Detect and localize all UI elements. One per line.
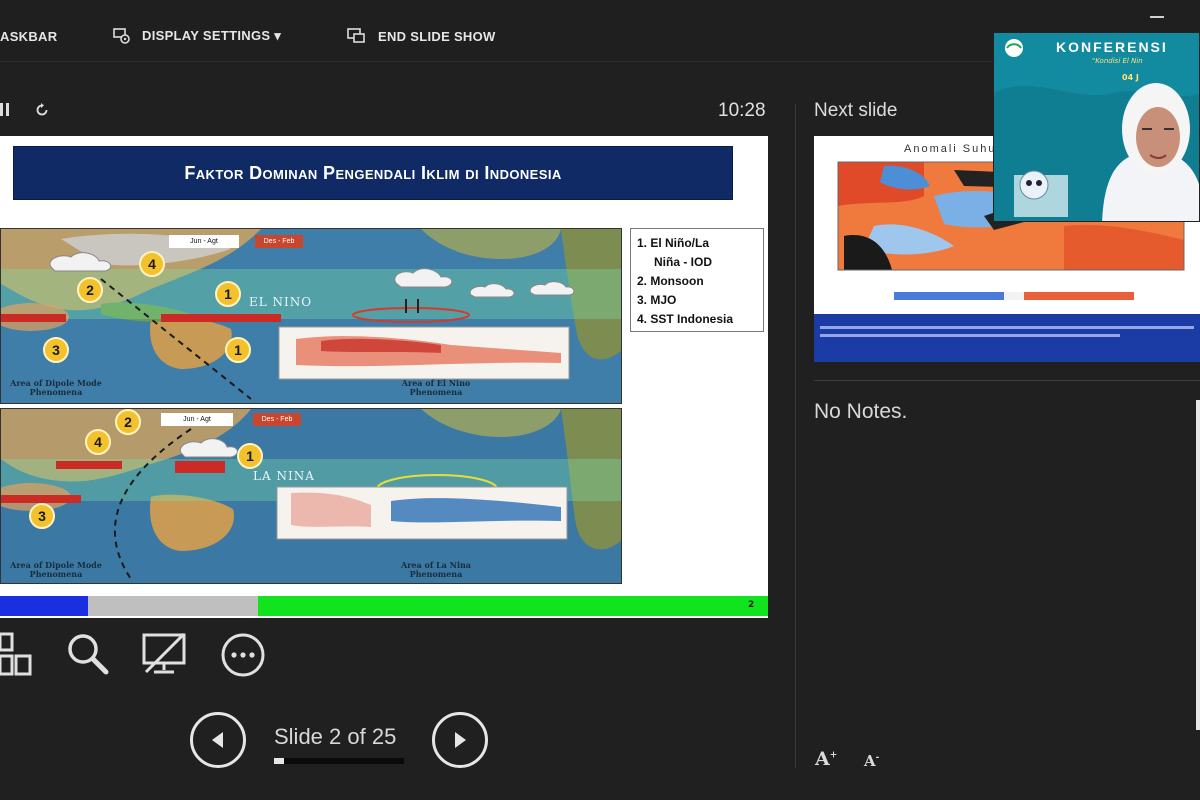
factor-marker-4-lanina: 4 (85, 429, 111, 455)
more-icon (221, 633, 265, 677)
conference-subtitle: "Kondisi El Nin (1092, 57, 1143, 65)
more-options-button[interactable] (220, 632, 266, 682)
season-tag-jja-2: Jun - Agt (161, 413, 233, 426)
screen-off-icon (142, 632, 186, 674)
display-settings-icon (113, 28, 130, 44)
dipole-caption-2: Area of Dipole Mode Phenomena (10, 560, 102, 579)
display-settings-label: DISPLAY SETTINGS ▾ (142, 28, 282, 43)
previous-slide-button[interactable] (190, 712, 246, 768)
next-slide-label: Next slide (814, 100, 898, 121)
show-taskbar-button[interactable]: ASKBAR (0, 26, 57, 46)
increase-font-button[interactable]: A+ (815, 748, 837, 770)
taskbar-label: ASKBAR (0, 28, 58, 44)
factor-marker-4: 4 (139, 251, 165, 277)
legend-item: 4. SST Indonesia (637, 312, 734, 326)
restart-icon (36, 103, 48, 116)
slide-footer-blue (0, 596, 88, 616)
season-tag-djf-2: Des - Feb (253, 413, 301, 426)
slide-progress-fill (274, 758, 285, 764)
season-tag-djf: Des - Feb (255, 235, 303, 248)
legend-item: 3. MJO (637, 293, 677, 307)
current-slide: Faktor Dominan Pengendali Iklim di Indon… (0, 136, 768, 618)
el-nino-label: EL NINO (249, 295, 313, 309)
pause-icon (0, 103, 9, 116)
factor-marker-3: 3 (43, 337, 69, 363)
minimize-icon[interactable] (1150, 16, 1164, 18)
grid-view-icon (0, 632, 32, 676)
next-slide-button[interactable] (432, 712, 488, 768)
magnifier-icon (68, 634, 109, 675)
zoom-button[interactable] (66, 632, 110, 680)
see-all-slides-button[interactable] (0, 632, 34, 680)
factor-marker-1b: 1 (225, 337, 251, 363)
arrow-right-icon (455, 732, 466, 748)
legend-item: 1. El Niño/La (637, 236, 710, 250)
slide-page-number: 2 (748, 600, 755, 610)
restart-timer-button[interactable] (34, 102, 50, 122)
la-nina-label: LA NINA (253, 469, 315, 483)
factor-marker-3-lanina: 3 (29, 503, 55, 529)
factor-marker-2: 2 (77, 277, 103, 303)
slide-footer-gray (88, 596, 258, 616)
pause-timer-button[interactable] (0, 102, 12, 122)
dipole-caption: Area of Dipole Mode Phenomena (10, 378, 102, 397)
next-slide-footer (814, 314, 1200, 362)
conference-date: 04 J (1122, 73, 1139, 82)
factor-marker-1-lanina: 1 (237, 443, 263, 469)
el-nino-caption: Area of El Nino Phenomena (401, 378, 471, 397)
display-settings-button[interactable]: DISPLAY SETTINGS ▾ (112, 26, 281, 46)
la-nina-caption: Area of La Nina Phenomena (401, 560, 471, 579)
factor-marker-1: 1 (215, 281, 241, 307)
season-tag-jja: Jun - Agt (169, 235, 239, 248)
speaker-notes[interactable]: No Notes. (814, 400, 907, 424)
la-nina-map: Jun - Agt Des - Feb 2 4 1 3 LA NINA Area… (0, 408, 622, 584)
legend-item: 2. Monsoon (637, 274, 704, 288)
slide-title: Faktor Dominan Pengendali Iklim di Indon… (13, 146, 733, 200)
slide-progress-bar (274, 758, 404, 764)
elapsed-timer: 10:28 (718, 100, 766, 121)
conference-banner: KONFERENSI (1056, 39, 1168, 55)
slide-counter: Slide 2 of 25 (274, 724, 397, 749)
notes-scrollbar[interactable] (1196, 400, 1200, 730)
legend-item: Niña - IOD (654, 255, 713, 269)
footer-text-lines (820, 326, 1194, 337)
end-slide-show-button[interactable]: END SLIDE SHOW (346, 26, 496, 46)
end-show-label: END SLIDE SHOW (378, 28, 496, 44)
slide-footer-green (258, 596, 768, 616)
panel-divider (795, 104, 796, 768)
black-screen-button[interactable] (142, 632, 188, 682)
factor-legend: 1. El Niño/La Niña - IOD 2. Monsoon 3. M… (630, 228, 764, 332)
webcam-overlay: KONFERENSI "Kondisi El Nin 04 J (993, 32, 1200, 222)
arrow-left-icon (212, 732, 223, 748)
notes-separator (814, 380, 1200, 381)
el-nino-map: Jun - Agt Des - Feb 4 2 1 3 1 EL NINO Ar… (0, 228, 622, 404)
end-show-icon (347, 28, 365, 43)
factor-marker-2-lanina: 2 (115, 409, 141, 435)
decrease-font-button[interactable]: A- (864, 752, 879, 770)
